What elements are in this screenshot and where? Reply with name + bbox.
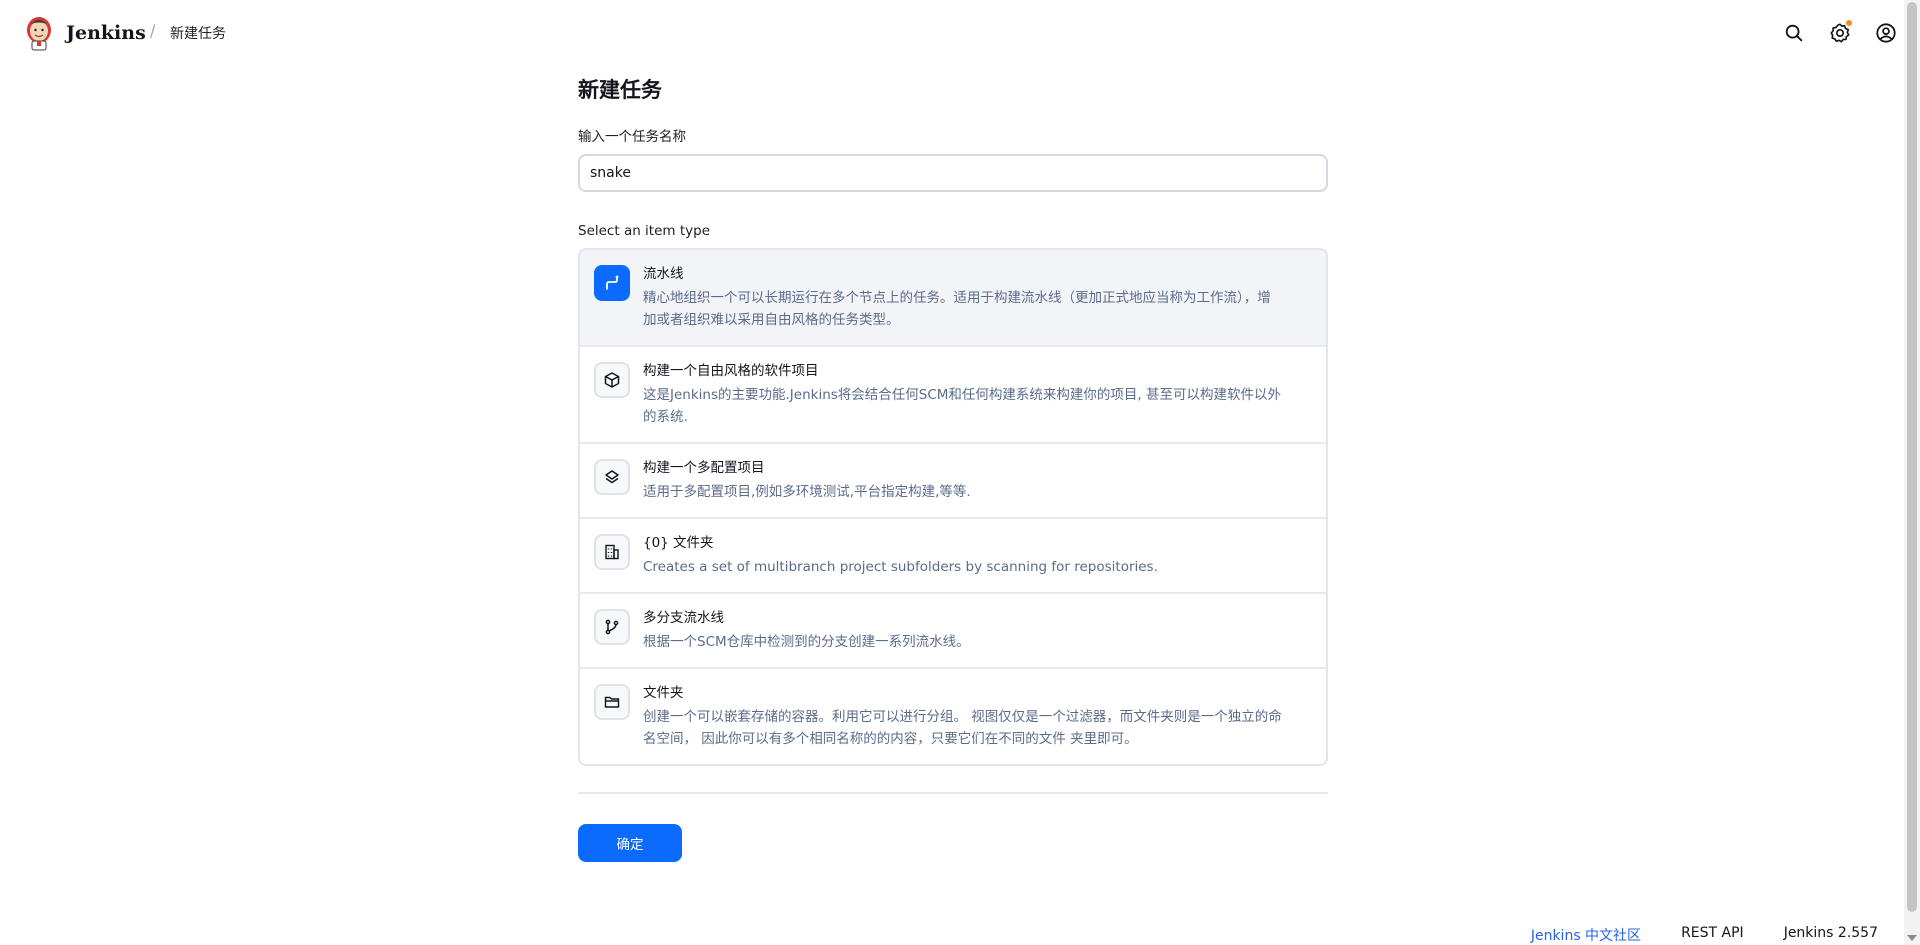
- item-type-desc: 适用于多配置项目,例如多环境测试,平台指定构建,等等.: [643, 484, 971, 500]
- user-icon: [1876, 23, 1896, 43]
- breadcrumb-new-item[interactable]: 新建任务: [170, 23, 226, 43]
- item-type-pipeline[interactable]: 流水线 精心地组织一个可以长期运行在多个节点上的任务。适用于构建流水线（更加正式…: [580, 250, 1326, 345]
- scrollbar-thumb[interactable]: [1907, 2, 1917, 912]
- notification-dot: [1846, 20, 1852, 26]
- item-type-name: 流水线: [643, 266, 684, 282]
- form-divider: [578, 792, 1328, 794]
- building-icon-box: [594, 534, 630, 570]
- item-type-desc: 根据一个SCM仓库中检测到的分支创建一系列流水线。: [643, 634, 970, 650]
- user-button[interactable]: [1872, 19, 1900, 47]
- item-type-desc: 精心地组织一个可以长期运行在多个节点上的任务。适用于构建流水线（更加正式地应当称…: [643, 290, 1271, 328]
- community-link[interactable]: Jenkins 中文社区: [1531, 925, 1641, 945]
- page-title: 新建任务: [578, 78, 662, 102]
- item-type-label: Select an item type: [578, 223, 711, 239]
- item-type-desc: 这是Jenkins的主要功能.Jenkins将会结合任何SCM和任何构建系统来构…: [643, 387, 1282, 425]
- scroll-down-icon[interactable]: [1907, 935, 1917, 941]
- top-header: Jenkins / 新建任务: [0, 0, 1900, 66]
- search-icon: [1785, 24, 1803, 42]
- item-type-multibranch[interactable]: 多分支流水线 根据一个SCM仓库中检测到的分支创建一系列流水线。: [580, 592, 1326, 667]
- building-icon: [605, 544, 619, 560]
- new-item-form: 新建任务 输入一个任务名称 Select an item type 流水线 精心…: [578, 74, 1328, 862]
- item-type-name: 多分支流水线: [643, 610, 724, 626]
- layers-icon-box: [594, 459, 630, 495]
- item-type-multiconfig[interactable]: 构建一个多配置项目 适用于多配置项目,例如多环境测试,平台指定构建,等等.: [580, 442, 1326, 517]
- item-type-name: 构建一个自由风格的软件项目: [643, 363, 819, 379]
- version-link[interactable]: Jenkins 2.557: [1784, 925, 1878, 945]
- item-type-desc: Creates a set of multibranch project sub…: [643, 559, 1158, 575]
- item-name-input[interactable]: [578, 154, 1328, 192]
- home-link[interactable]: Jenkins: [24, 14, 146, 52]
- search-button[interactable]: [1780, 19, 1808, 47]
- item-type-name: 文件夹: [643, 685, 684, 701]
- breadcrumb-separator: /: [150, 21, 156, 40]
- layers-icon: [605, 470, 619, 484]
- folder-icon: [604, 696, 620, 708]
- folder-icon-box: [594, 684, 630, 720]
- branch-icon: [605, 619, 619, 635]
- pipeline-icon: [606, 275, 619, 290]
- item-type-desc: 创建一个可以嵌套存储的容器。利用它可以进行分组。 视图仅仅是一个过滤器，而文件夹…: [643, 709, 1282, 747]
- item-type-org-folder[interactable]: {0} 文件夹 Creates a set of multibranch pro…: [580, 517, 1326, 592]
- item-type-name: {0} 文件夹: [643, 535, 714, 551]
- rest-api-link[interactable]: REST API: [1681, 925, 1744, 945]
- item-type-freestyle[interactable]: 构建一个自由风格的软件项目 这是Jenkins的主要功能.Jenkins将会结合…: [580, 345, 1326, 442]
- jenkins-logo-icon: [27, 17, 51, 51]
- settings-button[interactable]: [1826, 19, 1854, 47]
- page: Jenkins / 新建任务 新建任务 输入一个任务名称 snake Selec…: [0, 0, 1920, 945]
- branch-icon-box: [594, 609, 630, 645]
- item-name-label: 输入一个任务名称: [578, 129, 686, 145]
- header-actions: [1762, 19, 1900, 47]
- item-type-folder[interactable]: 文件夹 创建一个可以嵌套存储的容器。利用它可以进行分组。 视图仅仅是一个过滤器，…: [580, 667, 1326, 764]
- cube-icon: [604, 372, 620, 388]
- item-type-list: 流水线 精心地组织一个可以长期运行在多个节点上的任务。适用于构建流水线（更加正式…: [578, 248, 1328, 766]
- brand-name: Jenkins: [66, 22, 146, 44]
- vertical-scrollbar[interactable]: [1904, 0, 1920, 945]
- cube-icon-box: [594, 362, 630, 398]
- ok-button[interactable]: 确定: [578, 824, 682, 862]
- pipeline-icon-box: [594, 265, 630, 301]
- footer: Jenkins 中文社区 REST API Jenkins 2.557: [1491, 925, 1878, 945]
- item-type-name: 构建一个多配置项目: [643, 460, 765, 476]
